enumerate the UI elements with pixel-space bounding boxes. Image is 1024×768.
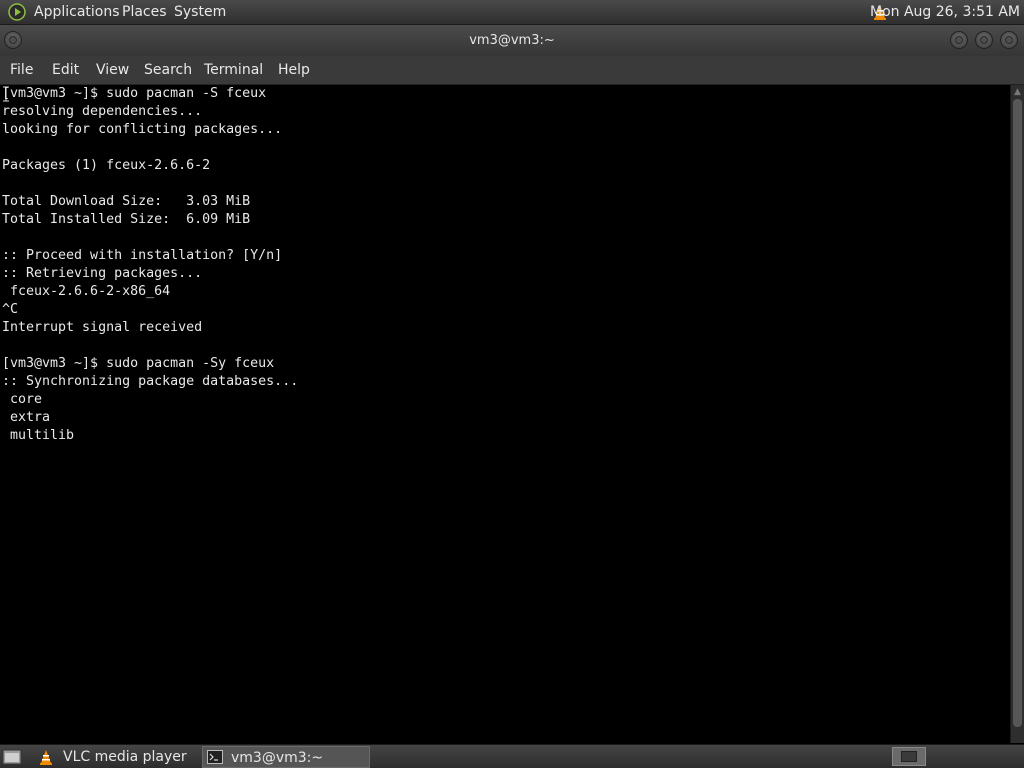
terminal-line: multilib (2, 428, 75, 443)
menu-view[interactable]: View (96, 56, 129, 84)
taskbar-item-label: vm3@vm3:~ (231, 750, 324, 766)
menu-help[interactable]: Help (278, 56, 310, 84)
applications-menu[interactable]: Applications (30, 0, 124, 24)
show-desktop-icon[interactable] (2, 748, 22, 765)
terminal-line: Interrupt signal received (2, 320, 203, 335)
vlc-cone-icon (40, 750, 52, 765)
workspace-window-thumbnail (901, 751, 917, 762)
window-title: vm3@vm3:~ (469, 33, 555, 48)
workspace-switcher[interactable] (892, 747, 926, 766)
terminal-line: resolving dependencies... (2, 104, 203, 119)
menu-terminal[interactable]: Terminal (204, 56, 263, 84)
terminal-line: Packages (1) fceux-2.6.6-2 (2, 158, 211, 173)
terminal-output[interactable]: [vm3@vm3 ~]$ sudo pacman -S fceux resolvi… (0, 85, 1010, 743)
menu-search[interactable]: Search (144, 56, 192, 84)
window-menubar: File Edit View Search Terminal Help (0, 56, 1024, 85)
desktop: Applications Places System Mon Aug 26, 3… (0, 0, 1024, 768)
menu-file[interactable]: File (10, 56, 33, 84)
terminal-scrollbar[interactable]: ▲ (1010, 85, 1024, 743)
top-panel: Applications Places System Mon Aug 26, 3… (0, 0, 1024, 25)
close-button[interactable] (1000, 31, 1018, 49)
terminal-line: looking for conflicting packages... (2, 122, 283, 137)
taskbar-item-label: VLC media player (63, 749, 187, 765)
places-menu[interactable]: Places (118, 0, 171, 24)
applications-menu-icon[interactable] (8, 3, 26, 21)
terminal-line: extra (2, 410, 51, 425)
window-titlebar[interactable]: vm3@vm3:~ (0, 25, 1024, 56)
system-menu[interactable]: System (170, 0, 230, 24)
scroll-up-arrow-icon[interactable]: ▲ (1011, 85, 1024, 99)
terminal-icon (207, 750, 223, 764)
terminal-line: Total Installed Size: 6.09 MiB (2, 212, 251, 227)
minimize-button[interactable] (950, 31, 968, 49)
terminal-line: fceux-2.6.6-2-x86_64 (2, 284, 171, 299)
terminal-line: [vm3@vm3 ~]$ sudo pacman -Sy fceux (2, 356, 275, 371)
scrollbar-thumb[interactable] (1013, 99, 1022, 727)
terminal-line: core (2, 392, 43, 407)
taskbar-item-terminal[interactable]: vm3@vm3:~ (202, 746, 370, 768)
bottom-taskbar: VLC media player vm3@vm3:~ (0, 744, 1024, 768)
terminal-line: ^C (2, 302, 19, 317)
maximize-button[interactable] (975, 31, 993, 49)
terminal-line: [vm3@vm3 ~]$ sudo pacman -S fceux (2, 86, 267, 101)
terminal-line: :: Proceed with installation? [Y/n] (2, 248, 283, 263)
taskbar-item-vlc[interactable]: VLC media player (36, 746, 198, 768)
terminal-line: :: Retrieving packages... (2, 266, 203, 281)
terminal-line: Total Download Size: 3.03 MiB (2, 194, 251, 209)
text-cursor-icon (3, 86, 9, 102)
clock[interactable]: Mon Aug 26, 3:51 AM (870, 0, 1020, 24)
menu-edit[interactable]: Edit (52, 56, 79, 84)
terminal-line: :: Synchronizing package databases... (2, 374, 299, 389)
